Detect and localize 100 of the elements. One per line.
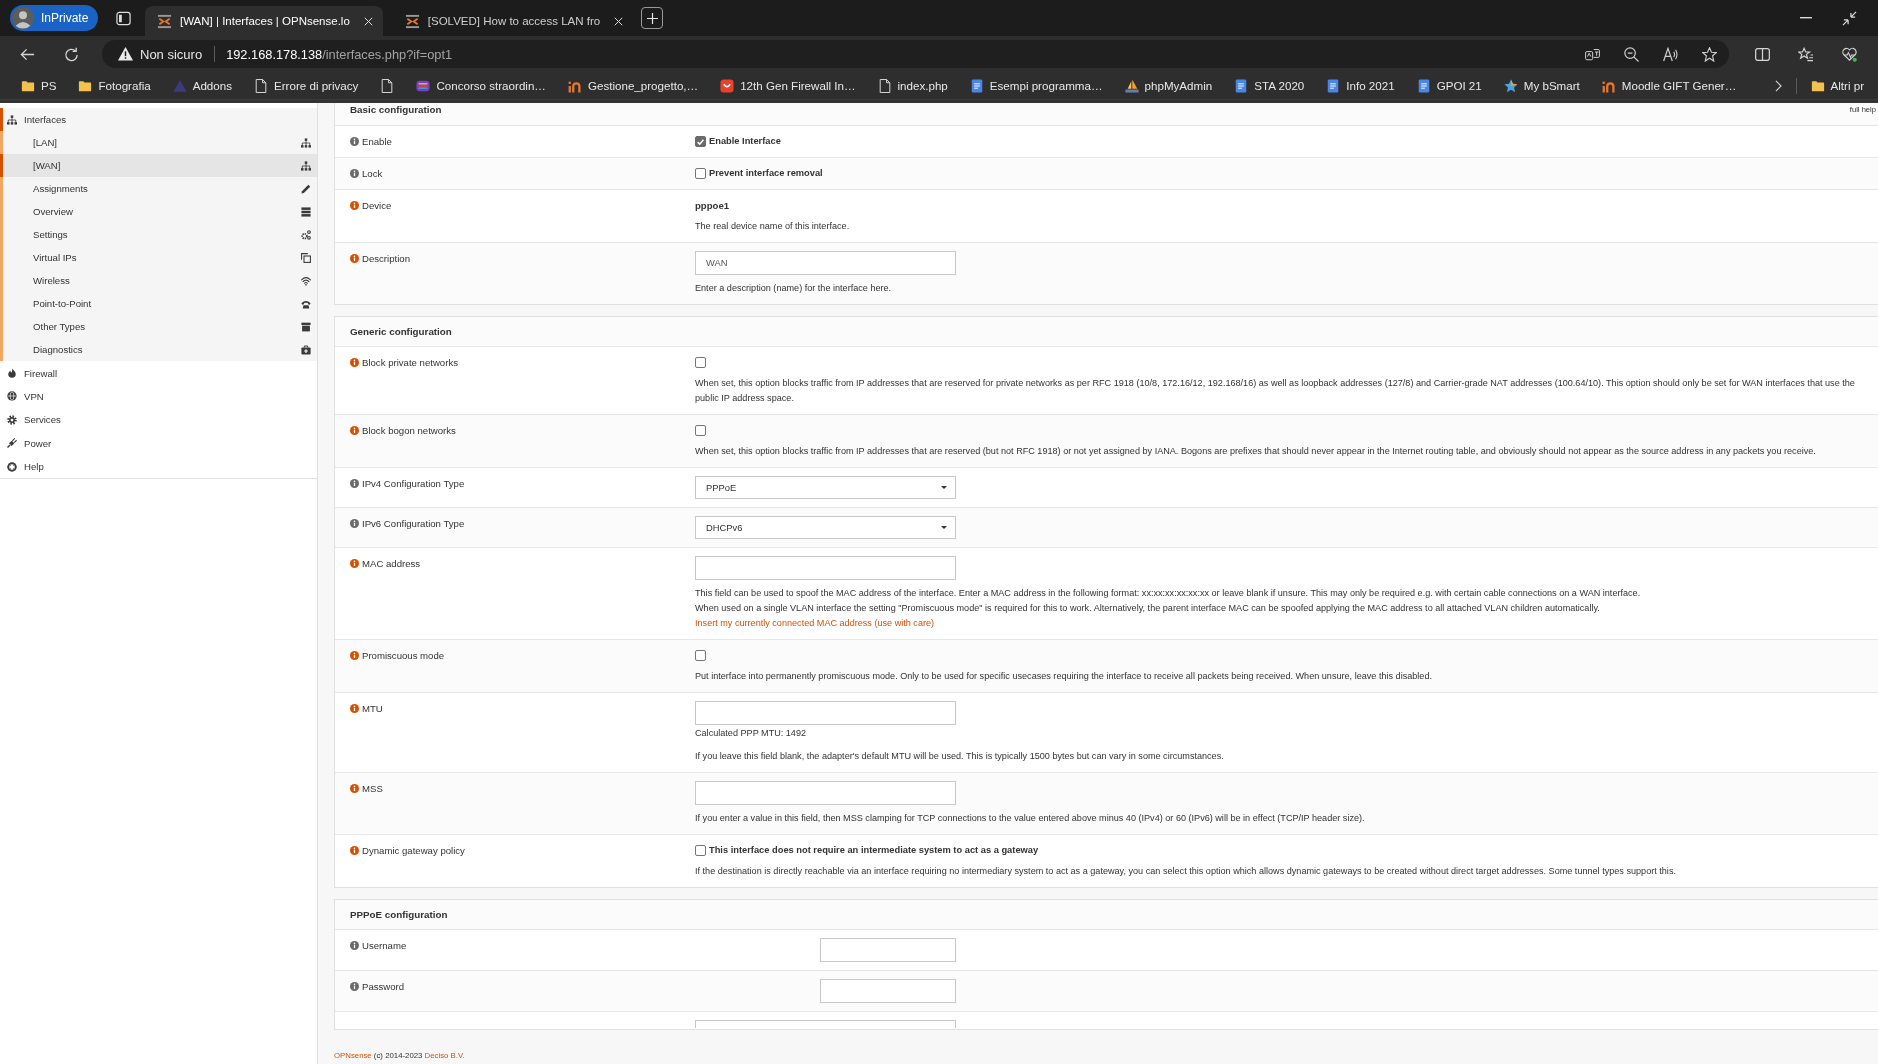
field-label: Lock xyxy=(362,167,383,181)
checkbox[interactable] xyxy=(695,650,706,661)
info-icon[interactable] xyxy=(350,559,359,568)
info-icon[interactable] xyxy=(350,358,359,367)
field-label: Description xyxy=(362,252,410,266)
menu-item[interactable]: [LAN] xyxy=(0,131,317,155)
menu-item[interactable]: Diagnostics xyxy=(0,338,317,362)
menu-item[interactable]: Wireless xyxy=(0,269,317,293)
info-icon[interactable] xyxy=(350,137,359,146)
favorites-icon[interactable] xyxy=(1798,46,1813,62)
browser-tab[interactable]: [WAN] | Interfaces | OPNsense.lo xyxy=(145,6,383,36)
bookmark[interactable]: My bSmart xyxy=(1495,78,1588,93)
bookmark[interactable]: phpMyAdmin xyxy=(1116,78,1221,93)
bookmark[interactable]: Concorso straordin… xyxy=(408,78,554,93)
info-icon[interactable] xyxy=(350,479,359,488)
help-link[interactable]: Insert my currently connected MAC address (use with care) xyxy=(695,616,1868,631)
address-bar[interactable]: Non sicuro 192.168.178.138/interfaces.php?if=opt1 xyxy=(102,40,1729,68)
menu-section[interactable]: Services xyxy=(0,408,317,432)
page-icon xyxy=(380,78,395,93)
text-field[interactable] xyxy=(695,781,956,805)
heart-pulse-icon[interactable] xyxy=(1842,46,1857,62)
info-icon[interactable] xyxy=(350,169,359,178)
bookmark[interactable]: Moodle GIFT Gener… xyxy=(1593,78,1745,93)
bookmark[interactable]: Gestione_progetto,… xyxy=(559,78,707,93)
dropdown[interactable]: DHCPv6 xyxy=(695,516,956,539)
exit-fullscreen-icon[interactable] xyxy=(1842,10,1857,26)
checkbox-label[interactable]: Enable Interface xyxy=(709,134,781,149)
chevron-right-icon[interactable] xyxy=(1774,79,1782,92)
menu-section[interactable]: Power xyxy=(0,431,317,455)
translate-icon[interactable] xyxy=(1585,46,1600,62)
bookmark[interactable]: Fotografia xyxy=(70,78,159,93)
checkbox[interactable] xyxy=(695,168,706,179)
menu-section[interactable]: Firewall xyxy=(0,361,317,385)
bookmark[interactable]: Errore di privacy xyxy=(246,78,367,93)
menu-section[interactable]: Help xyxy=(0,454,317,479)
info-icon[interactable] xyxy=(350,941,359,950)
bookmark[interactable]: Info 2021 xyxy=(1318,78,1403,93)
info-icon[interactable] xyxy=(350,784,359,793)
security-label[interactable]: Non sicuro xyxy=(140,46,203,62)
bookmark[interactable]: index.php xyxy=(869,78,956,93)
checkbox[interactable] xyxy=(695,136,706,147)
info-icon[interactable] xyxy=(350,254,359,263)
triangle-icon xyxy=(172,78,187,93)
bookmark[interactable]: STA 2020 xyxy=(1226,78,1313,93)
bookmark[interactable]: 12th Gen Firewall In… xyxy=(712,78,864,93)
doc-icon xyxy=(969,78,984,93)
back-icon[interactable] xyxy=(20,46,35,62)
help-text: The real device name of this interface. xyxy=(695,220,851,233)
tab-actions-icon[interactable] xyxy=(116,10,131,26)
split-screen-icon[interactable] xyxy=(1755,46,1770,62)
bookmark[interactable]: GPOI 21 xyxy=(1408,78,1490,93)
folder-icon xyxy=(78,78,93,93)
menu-section[interactable]: VPN xyxy=(0,384,317,409)
info-icon[interactable] xyxy=(350,519,359,528)
checkbox-label[interactable]: This interface does not require an intermediate system to act as a gateway xyxy=(709,843,1039,858)
text-field[interactable] xyxy=(820,938,956,962)
info-icon[interactable] xyxy=(350,982,359,991)
refresh-icon[interactable] xyxy=(64,46,79,62)
info-icon[interactable] xyxy=(350,651,359,660)
text-field[interactable] xyxy=(695,556,956,580)
dropdown[interactable]: PPPoE xyxy=(695,476,956,499)
menu-item[interactable]: [WAN] xyxy=(0,154,317,178)
text-field[interactable]: WAN xyxy=(695,251,956,275)
close-icon[interactable] xyxy=(363,16,373,26)
bookmark[interactable]: Esempi programma… xyxy=(961,78,1111,93)
checkbox-label[interactable]: Prevent interface removal xyxy=(709,166,823,181)
help-text: Put interface into permanently promiscuous mode. Only to be used for specific usecases requiring the interface to receive all packets being received. When unsure, leave this disabled. xyxy=(695,670,1433,683)
bookmark-folder[interactable]: Altri pr xyxy=(1802,78,1872,93)
folder-icon xyxy=(1810,78,1825,93)
bookmark[interactable]: Addons xyxy=(164,78,240,93)
menu-item[interactable]: Virtual IPs xyxy=(0,246,317,270)
info-icon[interactable] xyxy=(350,201,359,210)
zoom-out-icon[interactable] xyxy=(1624,46,1639,62)
menu-section[interactable]: Interfaces xyxy=(0,108,317,132)
minimize-icon[interactable] xyxy=(1800,17,1812,19)
checkbox[interactable] xyxy=(695,357,706,368)
field-label: IPv4 Configuration Type xyxy=(362,477,465,491)
checkbox[interactable] xyxy=(695,425,706,436)
info-icon[interactable] xyxy=(350,846,359,855)
favorite-star-icon[interactable] xyxy=(1702,46,1717,62)
text-field[interactable] xyxy=(695,701,956,725)
close-icon[interactable] xyxy=(614,16,624,26)
new-tab-button[interactable] xyxy=(641,7,664,29)
menu-item[interactable]: Settings xyxy=(0,223,317,247)
browser-tab[interactable]: [SOLVED] How to access LAN fro xyxy=(392,6,634,36)
help-text: Enter a description (name) for the interface here. xyxy=(695,282,893,295)
read-aloud-icon[interactable] xyxy=(1663,46,1678,62)
info-icon[interactable] xyxy=(350,426,359,435)
text-field[interactable] xyxy=(820,979,956,1003)
warning-icon[interactable] xyxy=(118,47,133,61)
menu-item[interactable]: Point-to-Point xyxy=(0,292,317,316)
menu-item[interactable]: Overview xyxy=(0,200,317,224)
address-url[interactable]: 192.168.178.138/interfaces.php?if=opt1 xyxy=(226,46,453,62)
menu-item[interactable]: Other Types xyxy=(0,315,317,339)
info-icon[interactable] xyxy=(350,704,359,713)
text-field[interactable] xyxy=(695,1020,956,1028)
menu-item[interactable]: Assignments xyxy=(0,177,317,201)
bookmark[interactable]: PS xyxy=(13,78,65,93)
profile-button[interactable]: InPrivate xyxy=(10,5,98,31)
checkbox[interactable] xyxy=(695,845,706,856)
